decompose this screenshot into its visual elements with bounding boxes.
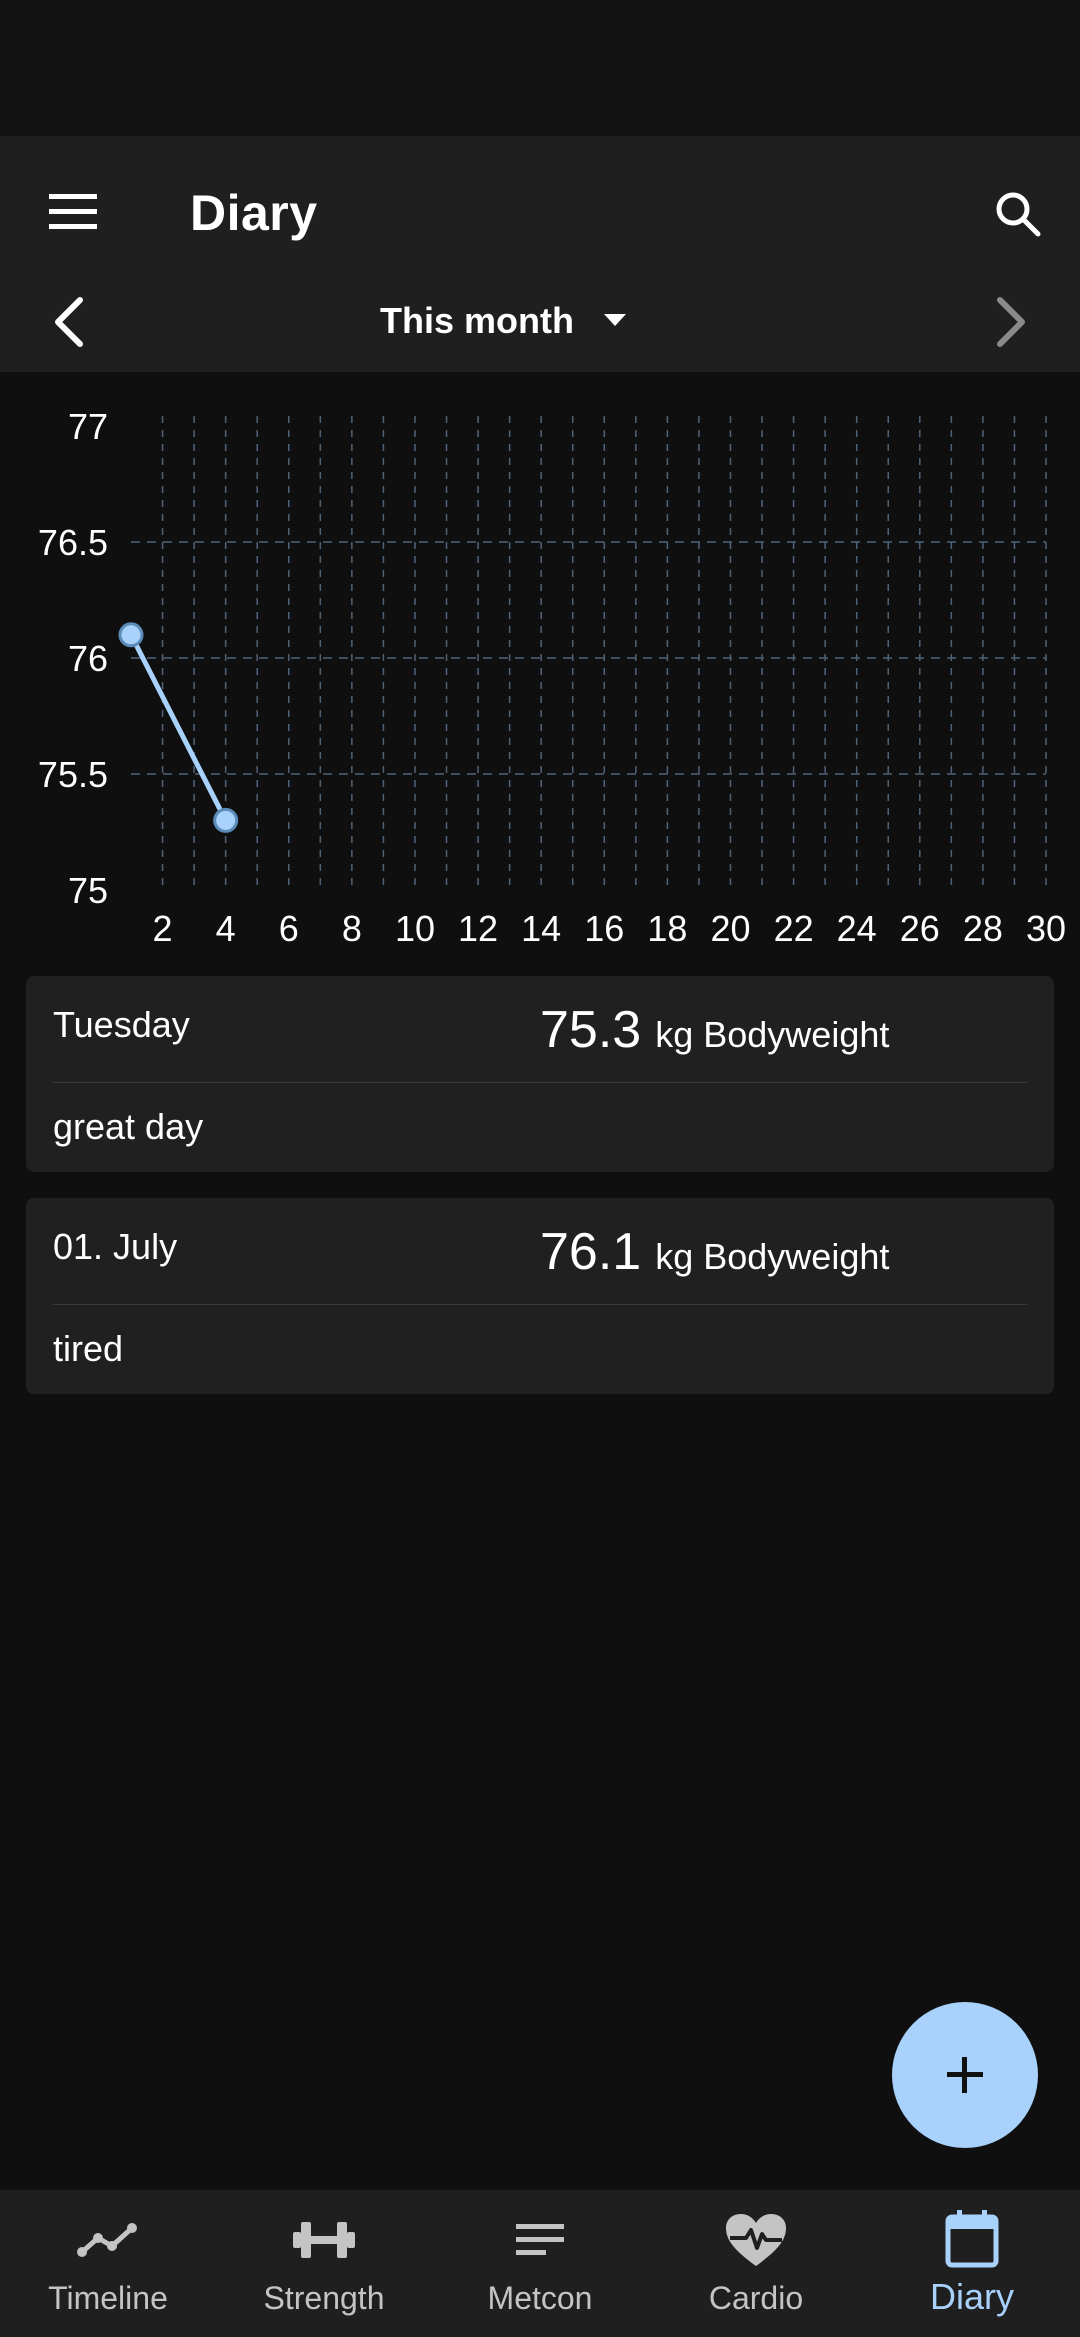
entry-note: great day <box>53 1106 204 1147</box>
search-icon <box>996 192 1041 237</box>
dumbbell-icon <box>288 2212 360 2268</box>
diary-entry-card[interactable]: Tuesday 75.3 kg Bodyweight great day <box>26 976 1054 1172</box>
entry-value: 75.3 <box>540 1001 642 1059</box>
chart-x-tick-label: 18 <box>647 908 687 949</box>
divider <box>53 1082 1027 1083</box>
status-bar <box>0 0 1080 136</box>
chevron-left-icon <box>55 297 83 347</box>
divider <box>53 1304 1027 1305</box>
chart-y-tick-label: 77 <box>68 406 108 447</box>
chart-x-tick-label: 8 <box>342 908 362 949</box>
bodyweight-chart: 77 76.5 76 75.5 75 2 4 6 8 10 12 14 16 18 20 22 24 26 28 30 <box>0 372 1080 952</box>
chart-x-tick-label: 12 <box>458 908 498 949</box>
entry-date: 01. July <box>53 1226 178 1267</box>
calendar-icon <box>936 2208 1008 2270</box>
dropdown-arrow-icon <box>603 314 626 326</box>
entry-value-group: 76.1 kg Bodyweight <box>540 1222 889 1282</box>
chart-x-tick-label: 16 <box>584 908 624 949</box>
menu-button[interactable] <box>38 176 110 248</box>
chart-y-tick-label: 75 <box>68 870 108 911</box>
entry-unit: kg Bodyweight <box>655 1014 890 1055</box>
nav-label: Metcon <box>487 2280 593 2316</box>
chart-series-line <box>128 633 228 822</box>
chart-x-tick-label: 10 <box>395 908 435 949</box>
chart-y-tick-label: 76.5 <box>38 522 108 563</box>
nav-label: Cardio <box>708 2280 804 2316</box>
chart-x-tick-label: 28 <box>963 908 1003 949</box>
entry-date: Tuesday <box>53 1004 190 1045</box>
nav-item-metcon[interactable]: Metcon <box>432 2190 648 2337</box>
chart-y-tick-label: 76 <box>68 638 108 679</box>
period-selector[interactable]: This month <box>380 286 626 356</box>
chart-x-tick-label: 24 <box>837 908 877 949</box>
nav-item-strength[interactable]: Strength <box>216 2190 432 2337</box>
nav-item-diary[interactable]: Diary <box>864 2190 1080 2337</box>
chart-x-tick-label: 26 <box>900 908 940 949</box>
nav-label: Timeline <box>48 2280 168 2316</box>
chart-data-point <box>213 807 239 833</box>
next-period-button[interactable] <box>970 282 1050 362</box>
nav-label: Diary <box>929 2276 1014 2317</box>
add-entry-button[interactable] <box>892 2002 1038 2148</box>
entry-value: 76.1 <box>540 1223 642 1281</box>
app-bar: Diary This month <box>0 136 1080 372</box>
nav-label: Strength <box>263 2280 385 2316</box>
plus-icon <box>947 2057 983 2093</box>
chart-y-tick-label: 75.5 <box>38 754 108 795</box>
chart-x-tick-label: 4 <box>216 908 236 949</box>
entry-note: tired <box>53 1328 124 1369</box>
nav-item-timeline[interactable]: Timeline <box>0 2190 216 2337</box>
heart-pulse-icon <box>720 2212 792 2268</box>
timeline-icon <box>72 2212 144 2268</box>
chart-x-tick-label: 14 <box>521 908 561 949</box>
chart-data-point <box>118 622 144 648</box>
chart-x-tick-label: 30 <box>1026 908 1066 949</box>
entry-unit: kg Bodyweight <box>655 1236 890 1277</box>
period-label: This month <box>380 300 574 341</box>
hamburger-menu-icon <box>49 194 97 229</box>
entry-value-group: 75.3 kg Bodyweight <box>540 1000 889 1060</box>
chart-x-tick-label: 22 <box>774 908 814 949</box>
chart-x-tick-label: 2 <box>153 908 173 949</box>
chart-svg: 7776.57675.5752 4 6 8 10 12 14 16 18 20 22 24 26 28 30 <box>38 406 1066 949</box>
diary-entry-card[interactable]: 01. July 76.1 kg Bodyweight tired <box>26 1198 1054 1394</box>
bottom-navigation: Timeline Strength Metcon Cardio Diary <box>0 2190 1080 2337</box>
search-button[interactable] <box>978 174 1058 254</box>
chevron-right-icon <box>997 297 1025 347</box>
page-title: Diary <box>190 185 318 241</box>
previous-period-button[interactable] <box>30 282 110 362</box>
nav-item-cardio[interactable]: Cardio <box>648 2190 864 2337</box>
chart-x-tick-label: 6 <box>279 908 299 949</box>
metcon-icon <box>504 2212 576 2268</box>
chart-x-tick-label: 20 <box>710 908 750 949</box>
